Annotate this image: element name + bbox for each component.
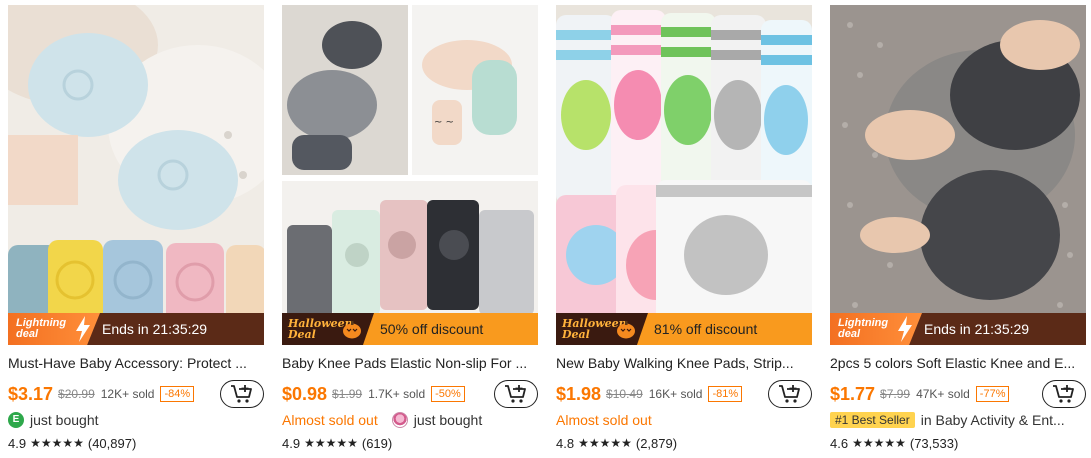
rating-value: 4.6 [830,435,849,451]
rating-row[interactable]: 4.9 ★★★★★ (40,897) [8,434,264,452]
just-bought-text: just bought [30,412,99,428]
countdown-text: Ends in 21:35:29 [102,321,208,337]
svg-text:~ ~: ~ ~ [434,117,454,128]
stock-status: Almost sold out [556,412,652,428]
review-count: (2,879) [635,435,678,451]
product-card[interactable]: ~ ~ Halloween Deal 50% off discount Baby… [282,0,538,458]
original-price: $10.49 [606,387,643,401]
product-title[interactable]: Must-Have Baby Accessory: Protect ... [8,354,264,372]
add-to-cart-icon [505,385,526,403]
review-count: (73,533) [909,435,959,451]
halloween-deal-tag: Halloween Deal [282,313,374,345]
pumpkin-icon [343,321,361,339]
lightning-deal-tag: Lightning deal [8,313,100,345]
lightning-bolt-icon [898,316,912,342]
pumpkin-icon [617,321,635,339]
discount-text: 50% off discount [380,321,484,337]
knee-pads-photo [8,5,264,345]
buyer-avatar [391,412,408,428]
product-title[interactable]: 2pcs 5 colors Soft Elastic Knee and E... [830,354,1086,372]
rating-value: 4.9 [8,435,27,451]
sold-count: 12K+ sold [100,387,155,401]
deal-banner: Halloween Deal 81% off discount [556,313,812,345]
rating-value: 4.9 [282,435,301,451]
buyer-avatar: E [8,412,24,428]
activity-row: Almost sold out just bought [282,411,538,429]
rating-value: 4.8 [556,435,575,451]
add-to-cart-button[interactable] [494,380,538,408]
activity-row: E just bought [8,411,264,429]
price-row: $0.98 $1.99 1.7K+ sold -50% [282,380,538,408]
star-rating-icon: ★★★★★ [304,436,358,450]
sold-count: 47K+ sold [916,387,970,401]
knee-pads-photo [556,5,812,345]
banner-tag-text: Halloween Deal [562,317,627,341]
banner-tag-text: Halloween Deal [288,317,353,341]
add-to-cart-button[interactable] [1042,380,1086,408]
product-card[interactable]: Lightning deal Ends in 21:35:29 2pcs 5 c… [830,0,1086,458]
banner-tag-text: Lightning deal [16,317,67,340]
discount-badge: -77% [975,386,1010,402]
product-title[interactable]: New Baby Walking Knee Pads, Strip... [556,354,812,372]
discount-badge: -84% [160,386,195,402]
price-row: $1.98 $10.49 16K+ sold -81% [556,380,812,408]
price-row: $3.17 $20.99 12K+ sold -84% [8,380,264,408]
add-to-cart-button[interactable] [768,380,812,408]
deal-banner: Lightning deal Ends in 21:35:29 [830,313,1086,345]
price: $0.98 [282,383,328,404]
rating-row[interactable]: 4.9 ★★★★★ (619) [282,434,538,452]
star-rating-icon: ★★★★★ [30,436,84,450]
price: $1.77 [830,383,876,404]
original-price: $1.99 [332,387,363,401]
discount-badge: -50% [431,386,465,402]
lightning-bolt-icon [76,316,90,342]
sold-count: 16K+ sold [648,387,703,401]
activity-row: Almost sold out [556,411,812,429]
review-count: (619) [361,435,393,451]
knee-pads-photo [830,5,1086,345]
add-to-cart-button[interactable] [220,380,264,408]
discount-text: 81% off discount [654,321,758,337]
add-to-cart-icon [779,385,800,403]
product-image[interactable] [556,5,812,345]
deal-banner: Halloween Deal 50% off discount [282,313,538,345]
product-title[interactable]: Baby Knee Pads Elastic Non-slip For ... [282,354,538,372]
countdown-text: Ends in 21:35:29 [924,321,1030,337]
rating-row[interactable]: 4.8 ★★★★★ (2,879) [556,434,812,452]
product-card[interactable]: Lightning deal Ends in 21:35:29 Must-Hav… [8,0,264,458]
rating-row[interactable]: 4.6 ★★★★★ (73,533) [830,434,1086,452]
price-row: $1.77 $7.99 47K+ sold -77% [830,380,1086,408]
best-seller-category-link[interactable]: in Baby Activity & Ent... [921,412,1065,428]
stock-status: Almost sold out [282,412,378,428]
just-bought-text: just bought [413,412,483,428]
knee-pads-photo: ~ ~ [282,5,538,345]
product-image[interactable] [8,5,264,345]
best-seller-badge: #1 Best Seller [830,412,915,428]
sold-count: 1.7K+ sold [368,387,426,401]
original-price: $20.99 [58,387,95,401]
price: $3.17 [8,383,54,404]
product-image[interactable]: ~ ~ [282,5,538,345]
star-rating-icon: ★★★★★ [852,436,906,450]
discount-badge: -81% [708,386,743,402]
review-count: (40,897) [87,435,137,451]
add-to-cart-icon [1053,385,1074,403]
add-to-cart-icon [231,385,252,403]
banner-tag-text: Lightning deal [838,317,889,340]
product-grid: Lightning deal Ends in 21:35:29 Must-Hav… [0,0,1091,458]
star-rating-icon: ★★★★★ [578,436,632,450]
original-price: $7.99 [880,387,911,401]
product-card[interactable]: Halloween Deal 81% off discount New Baby… [556,0,812,458]
lightning-deal-tag: Lightning deal [830,313,922,345]
product-image[interactable] [830,5,1086,345]
best-seller-row[interactable]: #1 Best Seller in Baby Activity & Ent... [830,411,1086,429]
halloween-deal-tag: Halloween Deal [556,313,648,345]
price: $1.98 [556,383,602,404]
deal-banner: Lightning deal Ends in 21:35:29 [8,313,264,345]
